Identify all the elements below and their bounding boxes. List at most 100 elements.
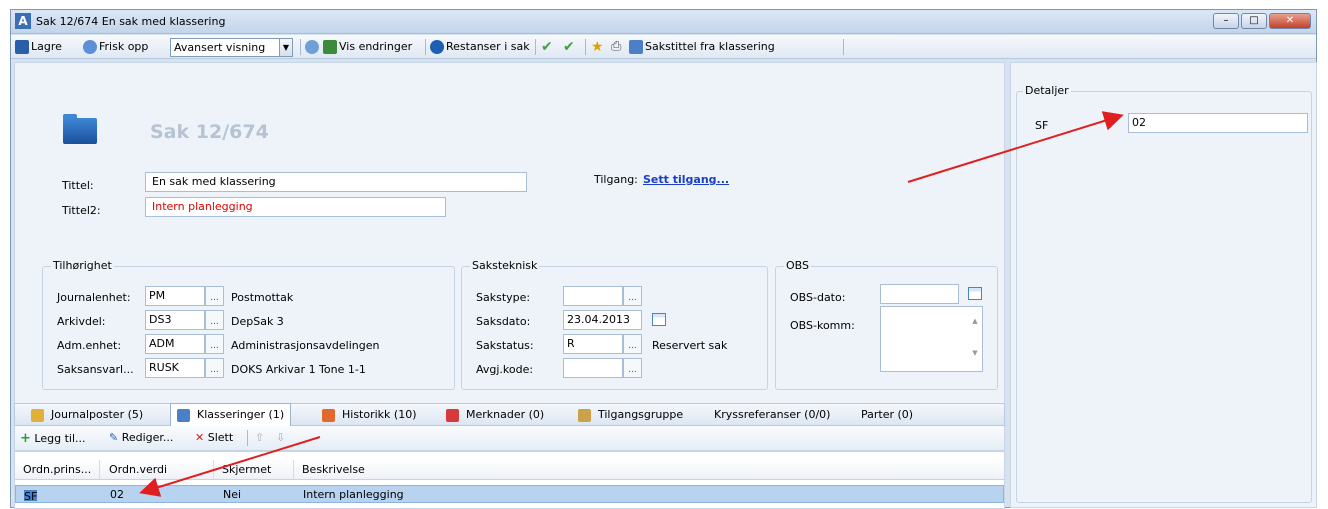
- saksdato-label: Saksdato:: [476, 315, 531, 328]
- show-changes-button[interactable]: Vis endringer: [323, 38, 412, 56]
- saksansvarlig-field[interactable]: RUSK: [145, 358, 205, 378]
- plus-icon: +: [20, 431, 31, 446]
- tab-journalposter[interactable]: Journalposter (5): [31, 404, 143, 425]
- title2-field[interactable]: Intern planlegging: [145, 197, 446, 217]
- refresh-button[interactable]: Frisk opp: [83, 38, 148, 56]
- sakstatus-field[interactable]: R: [563, 334, 623, 354]
- avgj-kode-field[interactable]: [563, 358, 623, 378]
- details-sf-label: SF: [1035, 119, 1049, 132]
- access-label: Tilgang:: [594, 173, 638, 186]
- avgj-kode-lookup-button[interactable]: ...: [623, 358, 642, 378]
- pending-button[interactable]: Restanser i sak: [430, 38, 530, 56]
- scrollbar[interactable]: ▲ ▼: [968, 307, 982, 371]
- maximize-button[interactable]: □: [1241, 13, 1267, 29]
- avgj-kode-label: Avgj.kode:: [476, 363, 534, 376]
- title-field[interactable]: En sak med klassering: [145, 172, 527, 192]
- obs-title: OBS: [784, 259, 811, 272]
- classification-toolbar: + Legg til... ✎ Rediger... ✕ Slett ⇧ ⇩: [14, 426, 1005, 451]
- pencil-icon: ✎: [109, 431, 119, 444]
- column-header-skjermet[interactable]: Skjermet: [222, 463, 271, 476]
- check-icon[interactable]: ✔: [541, 38, 553, 56]
- obs-date-label: OBS-dato:: [790, 291, 846, 304]
- globe-icon: [305, 40, 319, 54]
- adm-enhet-desc: Administrasjonsavdelingen: [231, 339, 380, 352]
- sakstatus-label: Sakstatus:: [476, 339, 534, 352]
- history-icon: [322, 408, 335, 422]
- sakstype-label: Sakstype:: [476, 291, 531, 304]
- saksansvarlig-desc: DOKS Arkivar 1 Tone 1-1: [231, 363, 366, 376]
- set-access-link[interactable]: Sett tilgang...: [643, 173, 729, 186]
- classification-icon: [177, 408, 190, 422]
- tab-tilgangsgruppe[interactable]: Tilgangsgruppe: [578, 404, 683, 425]
- title-label: Tittel:: [62, 179, 94, 192]
- case-id: Sak 12/674: [150, 121, 269, 143]
- add-button[interactable]: + Legg til...: [20, 431, 86, 446]
- delete-button[interactable]: ✕ Slett: [195, 431, 233, 444]
- close-button[interactable]: ✕: [1269, 13, 1311, 29]
- move-up-icon[interactable]: ⇧: [255, 431, 264, 444]
- column-header-beskrivelse[interactable]: Beskrivelse: [302, 463, 365, 476]
- view-select[interactable]: Avansert visning: [170, 38, 280, 57]
- cell-skjermet: Nei: [223, 488, 242, 501]
- chevron-down-icon[interactable]: ▼: [279, 38, 293, 57]
- obs-comment-field[interactable]: ▲ ▼: [880, 306, 983, 372]
- details-panel: Detaljer SF 02: [1010, 62, 1317, 508]
- cell-beskrivelse: Intern planlegging: [303, 488, 404, 501]
- details-title: Detaljer: [1023, 84, 1071, 97]
- check-all-icon[interactable]: ✔: [563, 38, 575, 56]
- journalenhet-lookup-button[interactable]: ...: [205, 286, 224, 306]
- folder-icon: [63, 114, 97, 144]
- table-row[interactable]: SF 02 Nei Intern planlegging: [15, 485, 1004, 503]
- sakstype-lookup-button[interactable]: ...: [623, 286, 642, 306]
- print-icon[interactable]: ⎙: [611, 38, 621, 56]
- info-icon: [430, 40, 444, 54]
- changes-icon: [323, 40, 337, 54]
- save-button[interactable]: Lagre: [15, 38, 62, 56]
- sakstatus-lookup-button[interactable]: ...: [623, 334, 642, 354]
- title2-label: Tittel2:: [62, 204, 101, 217]
- save-icon: [15, 40, 29, 54]
- arkivdel-lookup-button[interactable]: ...: [205, 310, 224, 330]
- tab-historikk[interactable]: Historikk (10): [322, 404, 417, 425]
- globe-button[interactable]: [305, 38, 321, 56]
- title-from-class-button[interactable]: Sakstittel fra klassering: [629, 38, 775, 56]
- document-icon: [629, 40, 643, 54]
- star-icon[interactable]: ★: [591, 38, 604, 56]
- adm-enhet-lookup-button[interactable]: ...: [205, 334, 224, 354]
- saksansvarlig-lookup-button[interactable]: ...: [205, 358, 224, 378]
- calendar-icon[interactable]: [652, 313, 666, 326]
- column-header-ordn-prins[interactable]: Ordn.prins...: [23, 463, 91, 476]
- obs-calendar-icon[interactable]: [968, 287, 982, 300]
- edit-button[interactable]: ✎ Rediger...: [109, 431, 173, 444]
- saksdato-field[interactable]: 23.04.2013: [563, 310, 642, 330]
- delete-icon: ✕: [195, 431, 205, 444]
- case-panel: Sak 12/674 Tittel: En sak med klassering…: [14, 62, 1005, 406]
- app-icon: A: [15, 13, 31, 29]
- sakstatus-desc: Reservert sak: [652, 339, 728, 352]
- sakstype-field[interactable]: [563, 286, 623, 306]
- details-group: Detaljer SF 02: [1016, 84, 1312, 503]
- tab-bar: Journalposter (5) Klasseringer (1) Histo…: [14, 403, 1005, 426]
- details-sf-field[interactable]: 02: [1128, 113, 1308, 133]
- tilhorighet-title: Tilhørighet: [51, 259, 114, 272]
- tab-kryssreferanser[interactable]: Kryssreferanser (0/0): [714, 404, 830, 425]
- adm-enhet-field[interactable]: ADM: [145, 334, 205, 354]
- tab-parter[interactable]: Parter (0): [861, 404, 913, 425]
- column-header-ordn-verdi[interactable]: Ordn.verdi: [109, 463, 167, 476]
- arkivdel-field[interactable]: DS3: [145, 310, 205, 330]
- minimize-button[interactable]: –: [1213, 13, 1239, 29]
- tab-klasseringer[interactable]: Klasseringer (1): [170, 403, 292, 426]
- window-title: Sak 12/674 En sak med klassering: [36, 15, 226, 28]
- tab-merknader[interactable]: Merknader (0): [446, 404, 544, 425]
- refresh-icon: [83, 40, 97, 54]
- grid-header: Ordn.prins... Ordn.verdi Skjermet Beskri…: [15, 460, 1004, 480]
- journalenhet-field[interactable]: PM: [145, 286, 205, 306]
- journalenhet-label: Journalenhet:: [57, 291, 131, 304]
- saksteknisk-group: Saksteknisk Sakstype: ... Saksdato: 23.0…: [461, 259, 768, 390]
- obs-comment-label: OBS-komm:: [790, 319, 855, 332]
- obs-date-field[interactable]: [880, 284, 959, 304]
- cell-ordn-verdi: 02: [110, 488, 124, 501]
- comment-icon: [446, 408, 459, 422]
- move-down-icon[interactable]: ⇩: [276, 431, 285, 444]
- arkivdel-desc: DepSak 3: [231, 315, 284, 328]
